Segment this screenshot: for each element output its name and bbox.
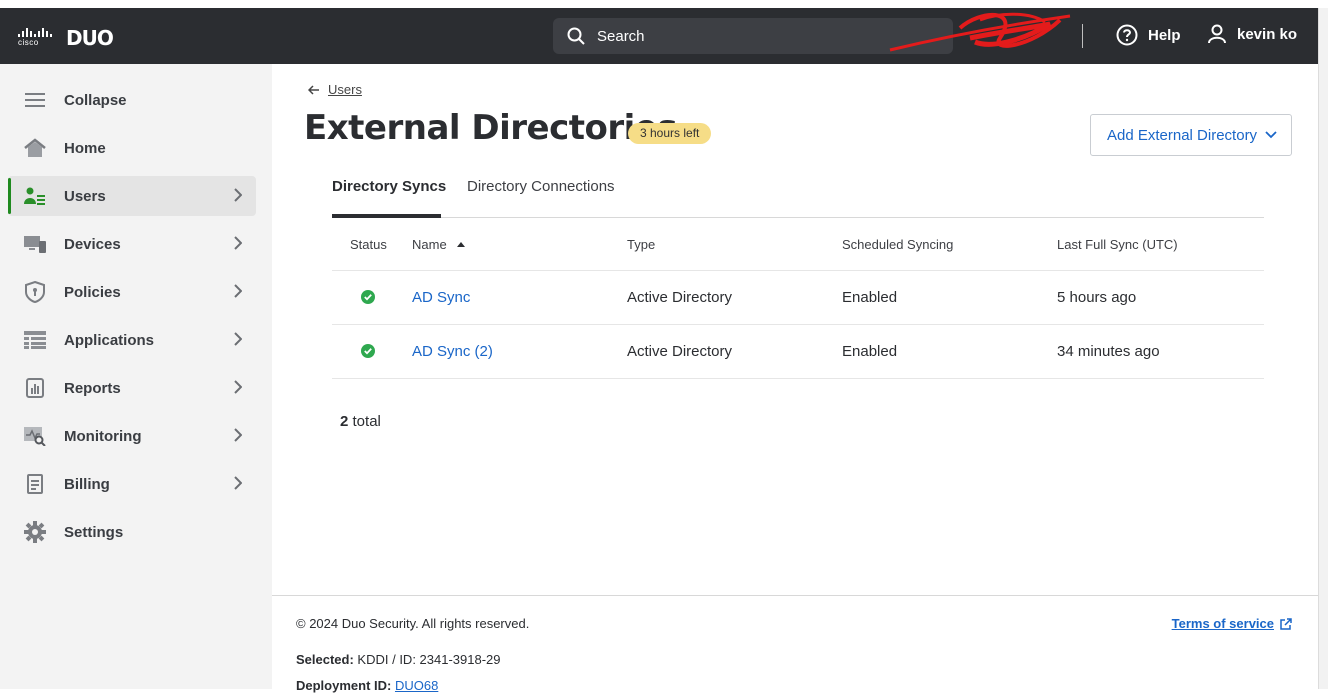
table-header: Status Name Type Scheduled Syncing Last …	[332, 218, 1264, 271]
last-full-sync-value: 5 hours ago	[1057, 289, 1137, 306]
chevron-right-icon	[234, 188, 242, 202]
directory-name-link[interactable]: AD Sync	[412, 289, 470, 306]
header-divider	[1082, 24, 1083, 48]
monitoring-icon	[24, 425, 46, 447]
status-ok-icon	[361, 290, 375, 308]
trial-badge: 3 hours left	[628, 123, 712, 144]
directory-type: Active Directory	[627, 289, 733, 306]
billing-icon	[24, 473, 46, 495]
sidebar-item-applications[interactable]: Applications	[8, 320, 256, 360]
chevron-right-icon	[234, 236, 242, 250]
help-button[interactable]: Help	[1116, 24, 1181, 46]
home-icon	[24, 137, 46, 159]
deployment-id-link[interactable]: DUO68	[395, 678, 438, 693]
column-status[interactable]: Status	[350, 237, 387, 252]
sidebar: Collapse Home Users Devices Policies App…	[0, 64, 272, 689]
footer: © 2024 Duo Security. All rights reserved…	[272, 595, 1318, 693]
chevron-right-icon	[234, 428, 242, 442]
search-icon	[567, 27, 585, 45]
tab-directory-syncs[interactable]: Directory Syncs	[332, 178, 446, 195]
breadcrumb[interactable]: Users	[308, 82, 362, 97]
sidebar-item-users[interactable]: Users	[8, 176, 256, 216]
scheduled-syncing-value: Enabled	[842, 343, 898, 360]
sidebar-item-monitoring[interactable]: Monitoring	[8, 416, 256, 456]
user-icon	[1208, 24, 1226, 44]
sidebar-item-devices[interactable]: Devices	[8, 224, 256, 264]
sidebar-item-home[interactable]: Home	[8, 128, 256, 168]
devices-icon	[24, 233, 46, 255]
sort-ascending-icon	[456, 242, 465, 247]
sidebar-item-policies[interactable]: Policies	[8, 272, 256, 312]
cisco-logo: cisco	[18, 28, 52, 47]
sidebar-collapse[interactable]: Collapse	[8, 80, 256, 120]
hamburger-icon	[24, 89, 46, 111]
users-icon	[24, 185, 46, 207]
table-row: AD Sync Active Directory Enabled 5 hours…	[332, 271, 1264, 325]
chevron-right-icon	[234, 380, 242, 394]
chevron-right-icon	[234, 332, 242, 346]
status-ok-icon	[361, 344, 375, 362]
copyright-text: © 2024 Duo Security. All rights reserved…	[296, 616, 530, 631]
page-title: External Directories	[304, 108, 678, 148]
chevron-right-icon	[234, 476, 242, 490]
breadcrumb-users-link[interactable]: Users	[328, 82, 362, 97]
applications-icon	[24, 329, 46, 351]
column-type[interactable]: Type	[627, 237, 655, 252]
gear-icon	[24, 521, 46, 543]
directory-name-link[interactable]: AD Sync (2)	[412, 343, 493, 360]
help-icon	[1116, 24, 1138, 46]
shield-icon	[24, 281, 46, 303]
tab-bar: Directory Syncs Directory Connections	[332, 168, 1264, 218]
chevron-right-icon	[234, 284, 242, 298]
column-scheduled-syncing[interactable]: Scheduled Syncing	[842, 237, 953, 252]
arrow-left-icon	[308, 84, 319, 95]
sidebar-item-billing[interactable]: Billing	[8, 464, 256, 504]
table-row: AD Sync (2) Active Directory Enabled 34 …	[332, 325, 1264, 379]
chevron-down-icon	[1265, 131, 1277, 139]
column-last-full-sync[interactable]: Last Full Sync (UTC)	[1057, 237, 1178, 252]
selected-account: Selected: KDDI / ID: 2341-3918-29	[296, 652, 501, 667]
total-count: 2 total	[340, 413, 381, 430]
duo-logo[interactable]: DUO	[66, 26, 114, 50]
column-name[interactable]: Name	[412, 237, 465, 252]
scrollbar[interactable]	[1318, 8, 1328, 689]
top-bar: cisco DUO Search Help kevin ko	[0, 8, 1318, 64]
external-link-icon	[1280, 617, 1292, 630]
scheduled-syncing-value: Enabled	[842, 289, 898, 306]
directory-syncs-table: Status Name Type Scheduled Syncing Last …	[332, 218, 1264, 379]
reports-icon	[24, 377, 46, 399]
search-placeholder: Search	[597, 27, 645, 45]
redaction-scribble	[889, 12, 1071, 52]
sidebar-item-settings[interactable]: Settings	[8, 512, 256, 552]
last-full-sync-value: 34 minutes ago	[1057, 343, 1160, 360]
directory-type: Active Directory	[627, 343, 733, 360]
add-external-directory-button[interactable]: Add External Directory	[1090, 114, 1292, 156]
user-menu[interactable]: kevin ko	[1207, 24, 1297, 44]
sidebar-item-reports[interactable]: Reports	[8, 368, 256, 408]
terms-of-service-link[interactable]: Terms of service	[1172, 616, 1292, 631]
deployment-id: Deployment ID: DUO68	[296, 678, 439, 693]
tab-directory-connections[interactable]: Directory Connections	[467, 178, 615, 195]
